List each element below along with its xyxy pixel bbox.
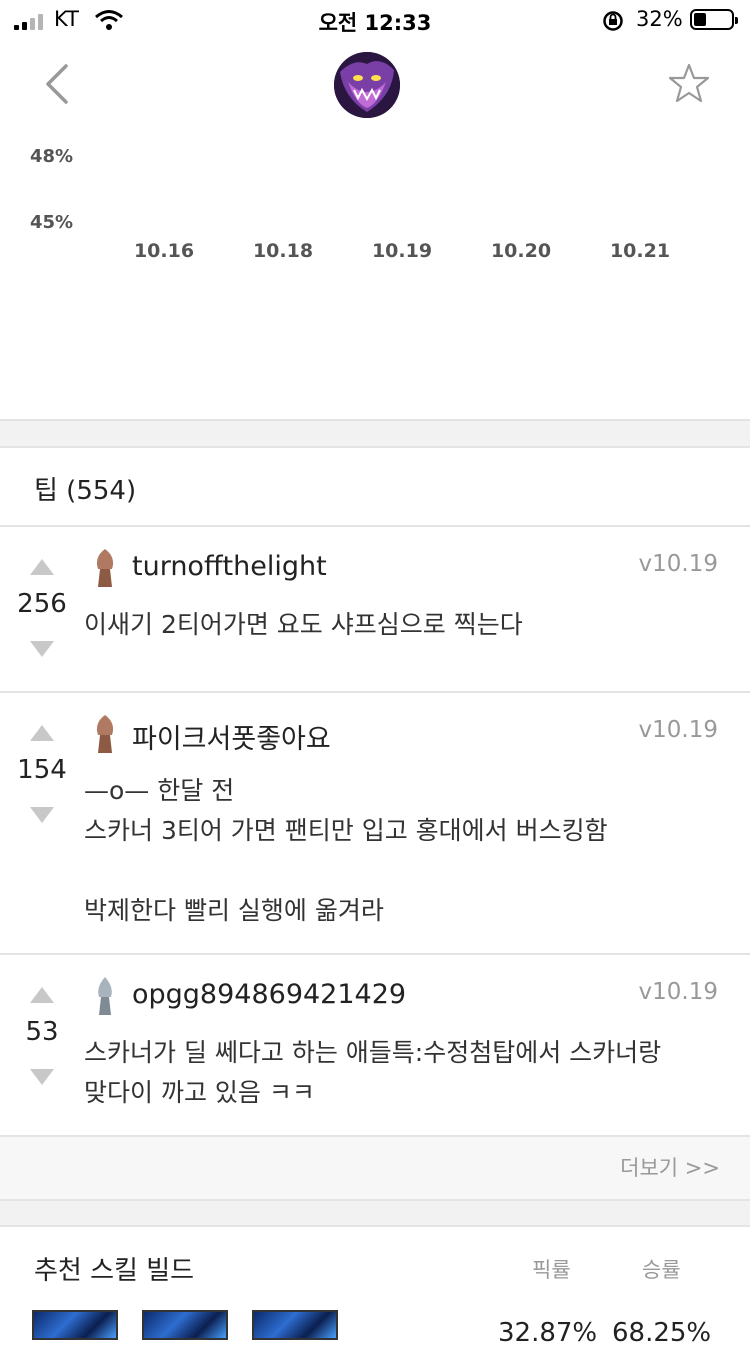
tip-author[interactable]: turnoffthelight <box>132 551 327 582</box>
upvote-button[interactable] <box>30 725 54 741</box>
tips-header: 팁 (554) <box>34 476 137 506</box>
tip-score: 154 <box>17 755 67 785</box>
tier-icon <box>88 547 122 593</box>
favorite-star-button[interactable] <box>668 62 710 108</box>
upvote-button[interactable] <box>30 987 54 1003</box>
downvote-button[interactable] <box>30 807 54 823</box>
more-button[interactable]: 더보기 >> <box>620 1152 720 1182</box>
win-rate-value: 68.25% <box>612 1318 712 1348</box>
tier-icon <box>88 713 122 759</box>
battery-icon <box>690 9 738 30</box>
pick-rate-header: 픽률 <box>532 1258 571 1282</box>
tip-item: 154 파이크서폿좋아요 v10.19 —o— 한달 전 스카너 3티어 가면 … <box>0 693 750 953</box>
tip-version: v10.19 <box>638 551 718 577</box>
section-separator <box>0 420 750 446</box>
tier-icon <box>88 975 122 1021</box>
tip-version: v10.19 <box>638 717 718 743</box>
rotation-lock-icon <box>602 10 624 36</box>
tip-text: 이새기 2티어가면 요도 샤프심으로 찍는다 <box>84 610 523 639</box>
tip-item: 256 turnoffthelight v10.19 이새기 2티어가면 요도 … <box>0 527 750 691</box>
skill-build-title: 추천 스킬 빌드 <box>34 1256 195 1286</box>
battery-percent: 32% <box>636 7 683 31</box>
skill-icon <box>142 1310 228 1340</box>
tip-version: v10.19 <box>638 979 718 1005</box>
tip-author[interactable]: 파이크서폿좋아요 <box>132 717 331 756</box>
x-tick-label: 10.16 <box>133 240 195 262</box>
x-tick-label: 10.18 <box>252 240 314 262</box>
star-icon <box>668 63 710 103</box>
x-tick-label: 10.19 <box>371 240 433 262</box>
tip-item: 53 opgg894869421429 v10.19 스카너가 딜 쎄다고 하는… <box>0 955 750 1135</box>
status-bar: KT 오전 12:33 32% <box>0 0 750 40</box>
downvote-button[interactable] <box>30 641 54 657</box>
tip-text: —o— 한달 전 스카너 3티어 가면 팬티만 입고 홍대에서 버스킹함 박제한… <box>84 776 608 925</box>
divider <box>0 1225 750 1227</box>
tip-score: 256 <box>17 589 67 619</box>
back-button[interactable] <box>40 62 72 110</box>
y-tick-label: 48% <box>30 146 74 167</box>
skill-icon <box>252 1310 338 1340</box>
pick-rate-value: 32.87% <box>498 1318 598 1348</box>
skill-icon <box>32 1310 118 1340</box>
section-separator <box>0 1201 750 1225</box>
tip-text: 스카너가 딜 쎄다고 하는 애들특:수정첨탑에서 스카너랑 맞다이 까고 있음 … <box>84 1038 662 1107</box>
x-tick-label: 10.21 <box>609 240 671 262</box>
x-tick-label: 10.20 <box>490 240 552 262</box>
divider <box>0 446 750 448</box>
chevron-left-icon <box>46 64 68 104</box>
tip-author[interactable]: opgg894869421429 <box>132 979 406 1010</box>
divider <box>0 419 750 421</box>
tip-score: 53 <box>25 1017 59 1047</box>
champion-avatar <box>334 52 400 118</box>
downvote-button[interactable] <box>30 1069 54 1085</box>
upvote-button[interactable] <box>30 559 54 575</box>
y-tick-label: 45% <box>30 212 74 233</box>
battery-level <box>694 13 706 26</box>
win-rate-header: 승률 <box>642 1258 681 1282</box>
